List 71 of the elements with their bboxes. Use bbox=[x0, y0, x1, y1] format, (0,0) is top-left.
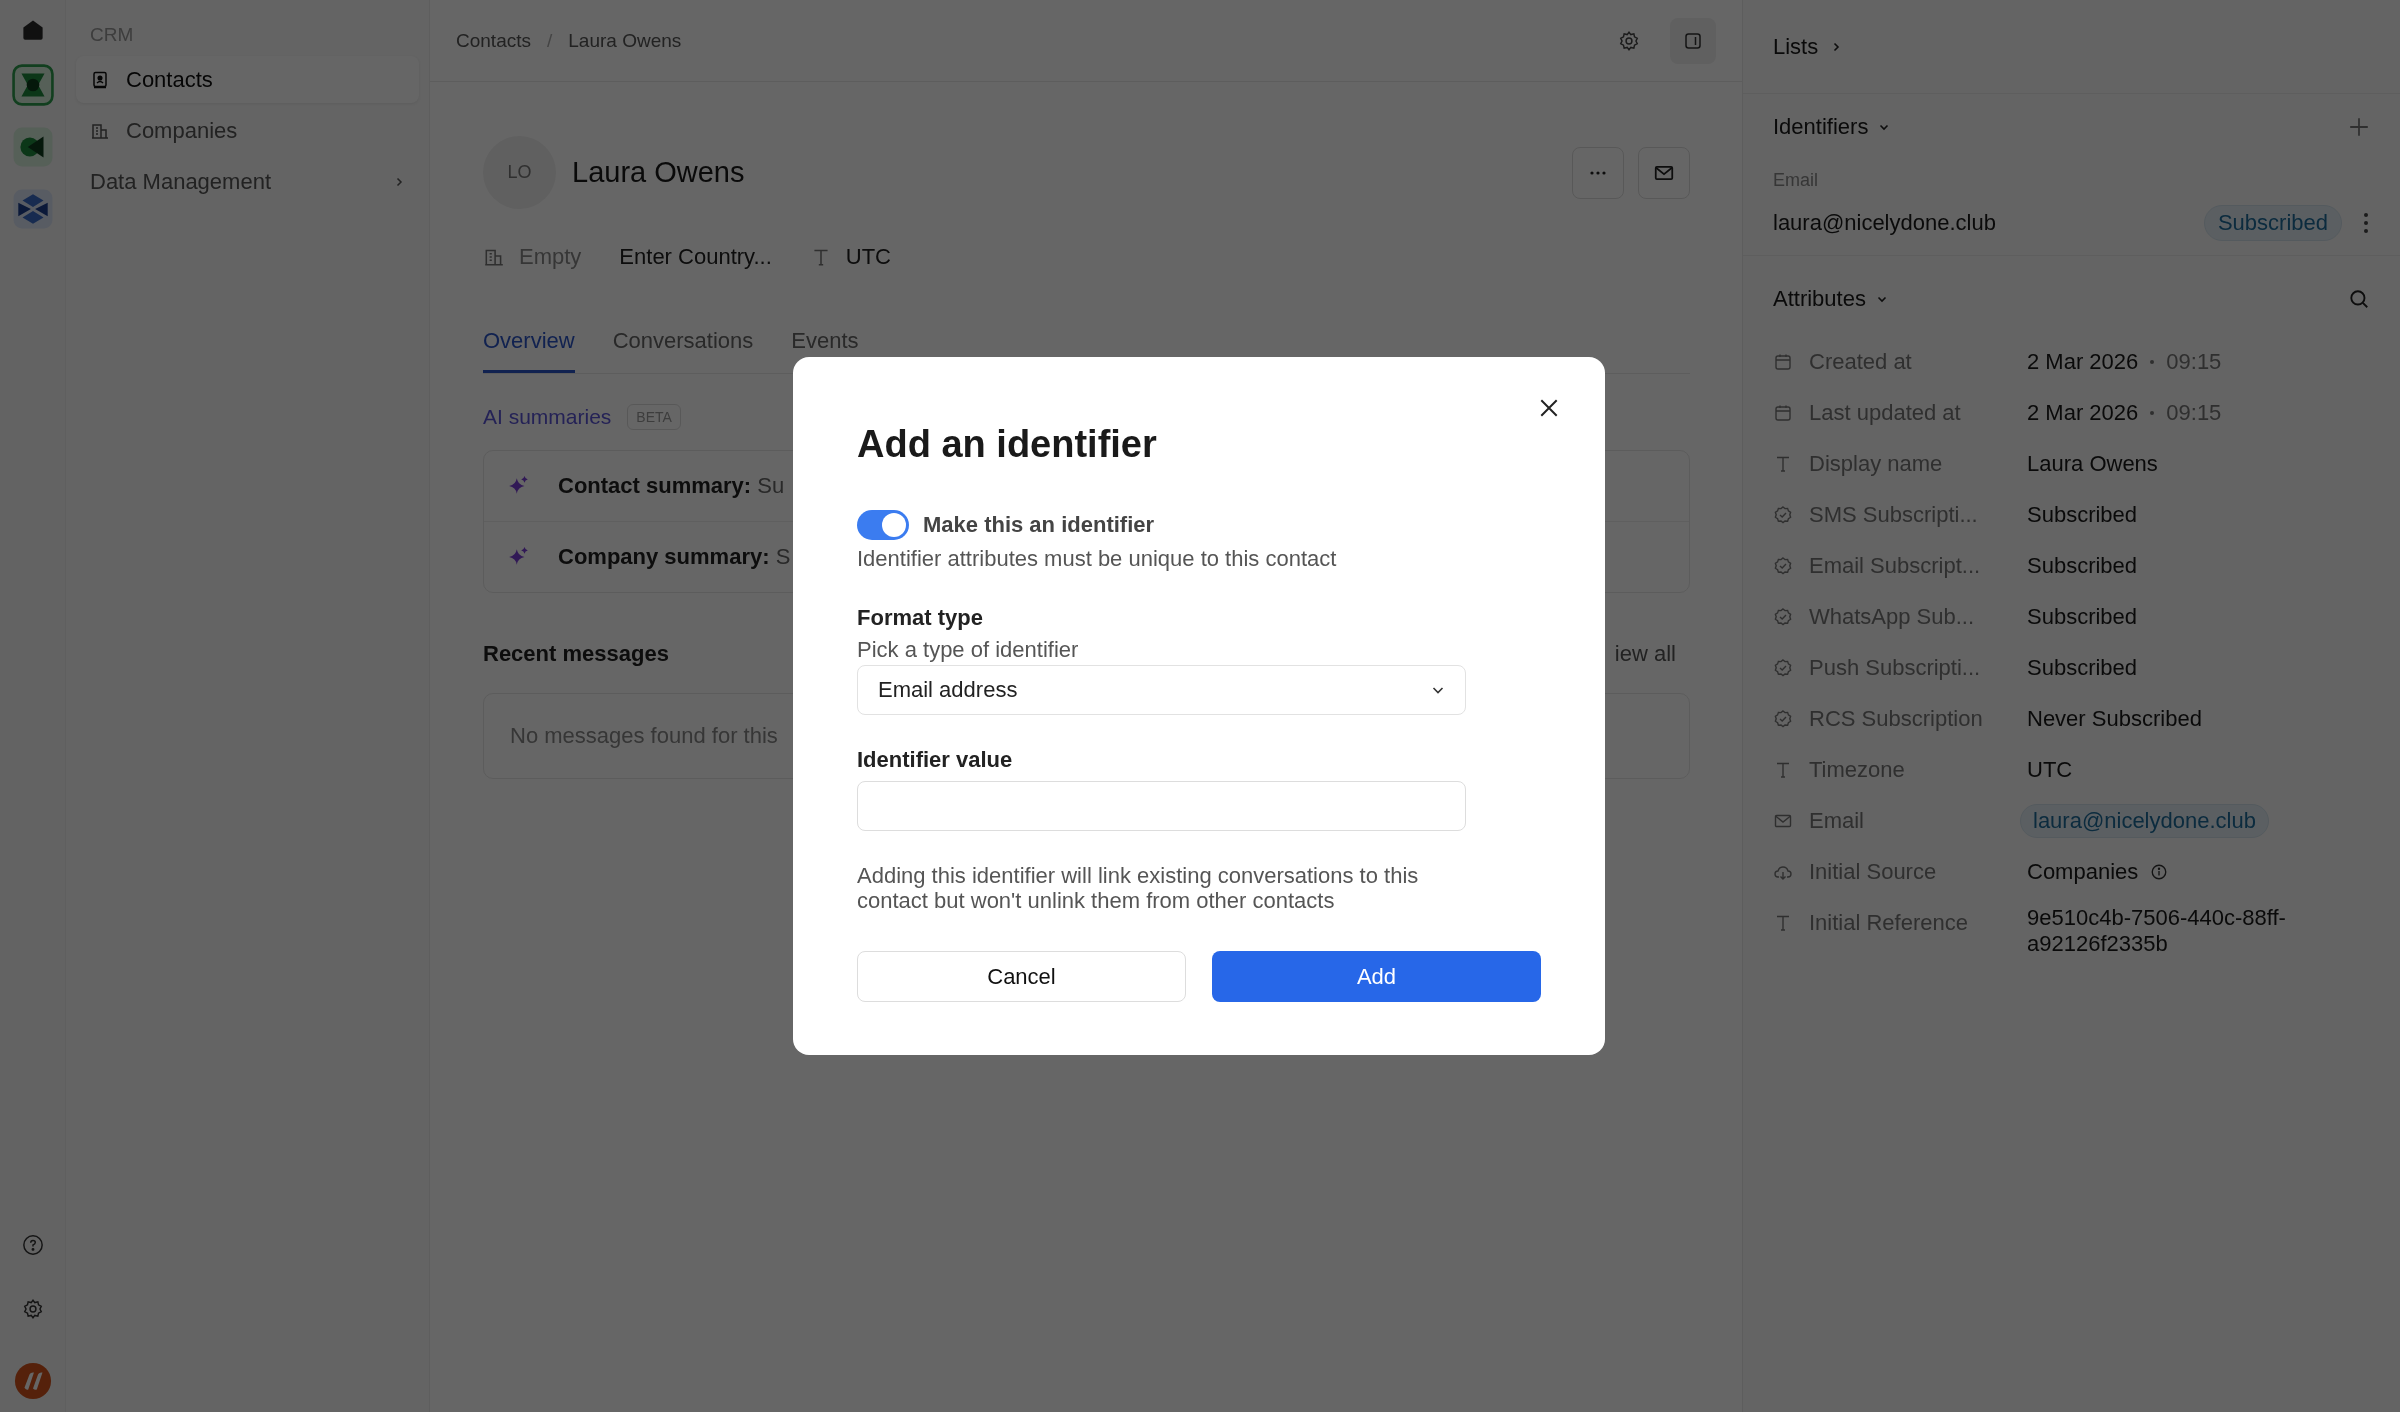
badge-check-icon bbox=[1773, 658, 1793, 678]
attribute-value: Never Subscribed bbox=[2027, 706, 2203, 732]
add-button[interactable]: Add bbox=[1212, 951, 1541, 1002]
app-icon[interactable] bbox=[11, 126, 54, 168]
attribute-value: UTC bbox=[2027, 757, 2074, 783]
badge-check-icon bbox=[1773, 709, 1793, 729]
toggle-label: Make this an identifier bbox=[923, 512, 1155, 538]
help-text: Identifier attributes must be unique to this contact bbox=[857, 546, 1338, 572]
status-badge: Subscribed bbox=[2203, 205, 2342, 241]
help-text: Pick a type of identifier bbox=[857, 637, 1080, 663]
tab[interactable]: Conversations bbox=[612, 328, 754, 373]
meta-field[interactable]: UTC bbox=[845, 244, 891, 270]
attribute-value: Subscribed bbox=[2027, 604, 2139, 630]
sidebar-panel-icon bbox=[1683, 30, 1703, 51]
calendar-icon bbox=[1773, 352, 1793, 372]
attribute-value: Companies bbox=[2027, 859, 2139, 885]
email-button[interactable] bbox=[1638, 146, 1690, 199]
attribute-value: 2 Mar 2026 bbox=[2027, 400, 2139, 426]
dot-separator bbox=[2150, 411, 2155, 415]
attribute-value: Subscribed bbox=[2027, 655, 2139, 681]
format-type-select[interactable]: Email address bbox=[857, 665, 1466, 715]
logo-icon[interactable] bbox=[13, 1362, 52, 1400]
breadcrumb-link[interactable]: Laura Owens bbox=[568, 29, 682, 52]
attribute-value: 9e510c4b-7506-440c-88ff-a92126f2335b bbox=[2027, 905, 2287, 957]
field-label: Format type bbox=[857, 605, 984, 631]
identifier-value: laura@nicelydone.club bbox=[1773, 210, 1996, 236]
cancel-button[interactable]: Cancel bbox=[857, 951, 1186, 1002]
ellipsis-icon bbox=[1590, 170, 1606, 175]
panel-toggle-button[interactable] bbox=[1670, 17, 1716, 64]
add-icon[interactable] bbox=[2348, 116, 2370, 138]
help-icon[interactable] bbox=[21, 1234, 44, 1256]
app-icon[interactable] bbox=[11, 64, 54, 106]
note-text: Adding this identifier will link existing conversations to this contact but won't unlink them from other contacts bbox=[857, 863, 1420, 913]
section-title: Recent messages bbox=[483, 641, 669, 667]
tab[interactable]: Overview bbox=[483, 328, 575, 373]
breadcrumb-link[interactable]: Contacts bbox=[456, 29, 531, 52]
dialog-title: Add an identifier bbox=[857, 423, 1158, 466]
app-icon[interactable] bbox=[11, 188, 54, 230]
meta-field[interactable]: Enter Country... bbox=[619, 244, 772, 270]
identifier-value-input[interactable] bbox=[857, 781, 1466, 831]
dot-separator bbox=[2150, 360, 2155, 364]
attribute-value: Laura Owens bbox=[2027, 451, 2159, 477]
sidebar-item[interactable]: Companies bbox=[76, 107, 419, 154]
badge-check-icon bbox=[1773, 607, 1793, 627]
contact-book-icon bbox=[90, 69, 110, 90]
summary-text: Company summary: S bbox=[558, 544, 791, 570]
lists-link[interactable]: Lists bbox=[1773, 33, 1819, 60]
sidebar-item[interactable]: Data Management bbox=[76, 158, 419, 205]
section-title[interactable]: Attributes bbox=[1773, 286, 1866, 312]
email-link[interactable]: laura@nicelydone.club bbox=[2020, 804, 2269, 838]
contact-name: Laura Owens bbox=[572, 156, 745, 189]
section-title: AI summaries bbox=[483, 405, 612, 429]
badge-check-icon bbox=[1773, 556, 1793, 576]
close-icon[interactable] bbox=[1538, 397, 1560, 419]
breadcrumb-separator: / bbox=[547, 29, 553, 52]
kebab-menu-icon[interactable] bbox=[2362, 211, 2370, 235]
toggle-switch[interactable] bbox=[857, 510, 909, 540]
view-all-link[interactable]: iew all bbox=[1614, 641, 1676, 667]
attribute-value: Subscribed bbox=[2027, 553, 2139, 579]
settings-icon[interactable] bbox=[21, 1298, 44, 1320]
summary-text: Contact summary: Su bbox=[558, 473, 785, 499]
info-icon[interactable] bbox=[2150, 863, 2169, 881]
section-title[interactable]: Identifiers bbox=[1773, 114, 1869, 140]
calendar-icon bbox=[1773, 403, 1793, 423]
sidebar-item[interactable]: Contacts bbox=[76, 56, 419, 103]
search-icon[interactable] bbox=[2348, 288, 2370, 310]
field-label: Identifier value bbox=[857, 747, 1014, 773]
attribute-value: Subscribed bbox=[2027, 502, 2139, 528]
attribute-value: 2 Mar 2026 bbox=[2027, 349, 2139, 375]
badge-check-icon bbox=[1773, 505, 1793, 525]
settings-icon[interactable] bbox=[1618, 29, 1640, 52]
